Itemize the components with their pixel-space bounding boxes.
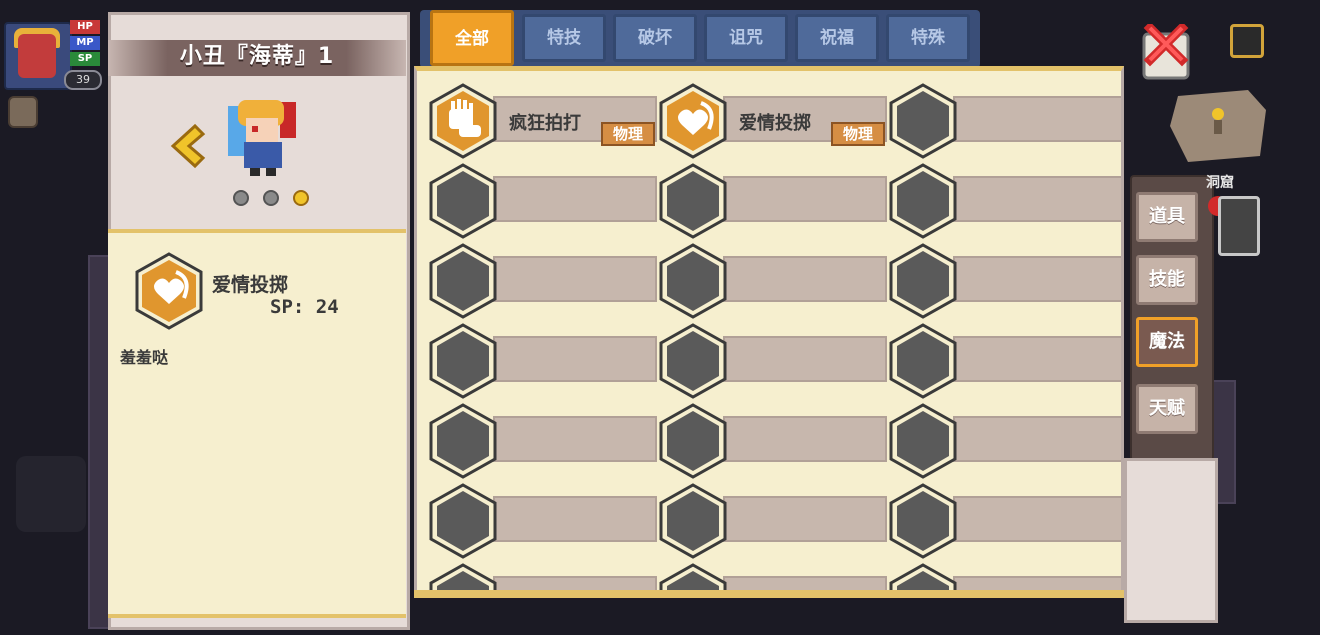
tab-stunt[interactable]: 特技 <box>522 14 606 62</box>
tab-destroy[interactable]: 破坏 <box>613 14 697 62</box>
side-info-panel <box>1124 458 1218 623</box>
phone-icon[interactable] <box>1218 196 1260 256</box>
menu-magic-button[interactable]: 魔法 <box>1136 317 1198 367</box>
page-dot[interactable] <box>263 190 279 206</box>
empty-hex-icon[interactable] <box>889 243 957 319</box>
menu-skills-button[interactable]: 技能 <box>1136 255 1198 305</box>
empty-hex-icon[interactable] <box>889 83 957 159</box>
empty-skill-slot[interactable] <box>493 416 657 462</box>
empty-skill-slot[interactable] <box>953 336 1121 382</box>
tab-bless[interactable]: 祝福 <box>795 14 879 62</box>
grid-bottom-border <box>414 590 1124 598</box>
skill-detail-description: 羞羞哒 <box>120 348 169 367</box>
empty-hex-icon[interactable] <box>429 243 497 319</box>
empty-hex-icon[interactable] <box>429 483 497 559</box>
heart-throw-icon[interactable] <box>659 83 727 159</box>
hp-bar: HP <box>70 20 100 34</box>
minimap[interactable] <box>1168 86 1268 166</box>
empty-hex-icon[interactable] <box>659 243 727 319</box>
exit-icon[interactable] <box>1230 24 1264 58</box>
previous-character-arrow-icon[interactable] <box>165 122 209 170</box>
menu-items-button[interactable]: 道具 <box>1136 192 1198 242</box>
skill-type-tag: 物理 <box>601 122 655 146</box>
heart-throw-icon <box>134 252 204 330</box>
empty-hex-icon[interactable] <box>429 163 497 239</box>
empty-hex-icon[interactable] <box>659 403 727 479</box>
empty-skill-slot[interactable] <box>953 416 1121 462</box>
character-name: 小丑『海蒂』1 <box>179 44 335 69</box>
level-badge: 39 <box>64 70 102 90</box>
empty-hex-icon[interactable] <box>889 483 957 559</box>
character-sprite <box>228 96 298 178</box>
player-avatar[interactable] <box>4 22 72 90</box>
menu-talent-button[interactable]: 天赋 <box>1136 384 1198 434</box>
skill-grid: 疯狂拍打 物理 爱情投掷 物理 <box>414 66 1124 594</box>
tab-special[interactable]: 特殊 <box>886 14 970 62</box>
empty-hex-icon[interactable] <box>429 323 497 399</box>
page-dot[interactable] <box>233 190 249 206</box>
mp-bar: MP <box>70 36 100 50</box>
skill-name: 疯狂拍打 <box>509 113 581 134</box>
empty-skill-slot[interactable] <box>953 256 1121 302</box>
empty-hex-icon[interactable] <box>889 403 957 479</box>
close-icon[interactable] <box>1140 21 1192 80</box>
empty-skill-slot[interactable] <box>723 176 887 222</box>
empty-hex-icon[interactable] <box>659 163 727 239</box>
skill-detail-name: 爱情投掷 <box>212 274 289 296</box>
empty-skill-slot[interactable] <box>723 256 887 302</box>
skill-detail-sp-cost: SP: 24 <box>270 296 339 318</box>
avatar-face <box>18 34 56 78</box>
tab-curse[interactable]: 诅咒 <box>704 14 788 62</box>
empty-hex-icon[interactable] <box>889 323 957 399</box>
dpad-left-icon[interactable] <box>16 456 86 532</box>
empty-skill-slot[interactable] <box>493 496 657 542</box>
tab-all[interactable]: 全部 <box>430 10 514 66</box>
skill-type-tag: 物理 <box>831 122 885 146</box>
empty-skill-slot[interactable] <box>953 176 1121 222</box>
empty-skill-slot[interactable] <box>493 336 657 382</box>
empty-skill-slot[interactable] <box>953 96 1121 142</box>
sp-bar: SP <box>70 52 100 66</box>
map-location-label: 洞窟 <box>1206 175 1234 191</box>
empty-skill-slot[interactable] <box>723 336 887 382</box>
empty-skill-slot[interactable] <box>493 176 657 222</box>
empty-hex-icon[interactable] <box>659 483 727 559</box>
empty-skill-slot[interactable] <box>493 256 657 302</box>
page-dot-active[interactable] <box>293 190 309 206</box>
empty-skill-slot[interactable] <box>723 496 887 542</box>
skill-name: 爱情投掷 <box>739 113 811 134</box>
slap-hand-icon[interactable] <box>429 83 497 159</box>
coin-icon[interactable] <box>8 96 38 128</box>
empty-hex-icon[interactable] <box>889 163 957 239</box>
empty-skill-slot[interactable] <box>723 416 887 462</box>
empty-hex-icon[interactable] <box>659 323 727 399</box>
empty-hex-icon[interactable] <box>429 403 497 479</box>
empty-skill-slot[interactable] <box>953 496 1121 542</box>
